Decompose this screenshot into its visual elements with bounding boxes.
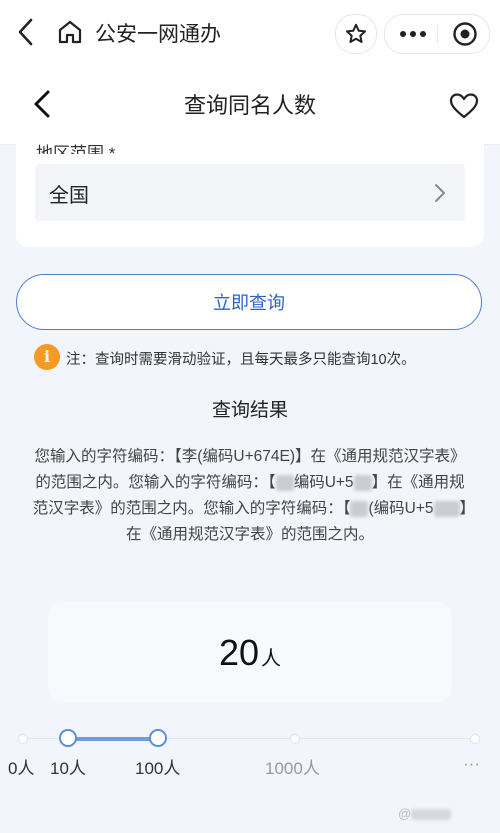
result-title: 查询结果: [211, 400, 288, 421]
count-unit: 人: [261, 648, 282, 670]
capsule-menu: [384, 14, 490, 54]
info-icon: i: [34, 344, 60, 370]
watermark-text: @: [398, 806, 412, 821]
star-icon: [346, 23, 366, 43]
count-value: 20: [218, 632, 260, 673]
favorite-button[interactable]: [335, 14, 377, 54]
app-title: 公安一网通办: [95, 23, 221, 46]
notice-text: 注：查询时需要滑动验证，且每天最多只能查询10次。: [66, 352, 416, 368]
slider-tick-label: 1000人: [265, 759, 320, 778]
slider-stop-dot[interactable]: [18, 734, 28, 744]
form-card: 地区范围 * 全国: [16, 144, 484, 247]
redacted-character: [275, 474, 294, 491]
region-value: 全国: [49, 185, 89, 207]
result-text-part: 编码U+5: [293, 474, 354, 491]
query-button[interactable]: 立即查询: [16, 274, 482, 330]
redacted-character: [350, 500, 369, 517]
slider-selected-range: [68, 737, 158, 741]
slider-stop-dot[interactable]: [470, 734, 480, 744]
close-miniprogram-button[interactable]: [449, 15, 481, 53]
result-text-part: (编码U+5: [368, 500, 434, 517]
slider-tick-label: 10人: [50, 759, 86, 778]
result-description: 您输入的字符编码：【李(编码U+674E)】在《通用规范汉字表》的范围之内。您输…: [30, 444, 470, 548]
count-display: 20 人: [48, 632, 452, 674]
slider-handle-min[interactable]: [59, 729, 77, 747]
count-card: 20 人: [48, 602, 452, 702]
region-label: 地区范围 *: [36, 144, 116, 154]
back-icon[interactable]: [12, 16, 40, 48]
heart-icon[interactable]: [448, 90, 480, 122]
watermark: @: [398, 806, 452, 821]
slider-tick-label: 0人: [8, 759, 35, 778]
more-icon: [400, 31, 426, 37]
slider-stop-dot[interactable]: [290, 734, 300, 744]
top-bar: 公安一网通办: [0, 0, 500, 66]
target-icon: [453, 22, 477, 46]
page-header: 查询同名人数: [0, 66, 500, 145]
redacted-code: [433, 500, 460, 517]
page-title: 查询同名人数: [183, 93, 316, 118]
region-select[interactable]: 全国: [35, 164, 465, 221]
capsule-divider: [437, 25, 438, 43]
redacted-watermark: [411, 809, 452, 821]
home-icon[interactable]: [56, 18, 84, 46]
slider-tick-label: ···: [463, 754, 480, 773]
redacted-code: [353, 474, 372, 491]
slider-tick-label: 100人: [135, 759, 181, 778]
more-button[interactable]: [395, 15, 431, 53]
chevron-right-icon: [435, 184, 445, 202]
range-slider: 0人 10人 100人 1000人 ···: [0, 720, 500, 780]
slider-handle-max[interactable]: [149, 729, 167, 747]
